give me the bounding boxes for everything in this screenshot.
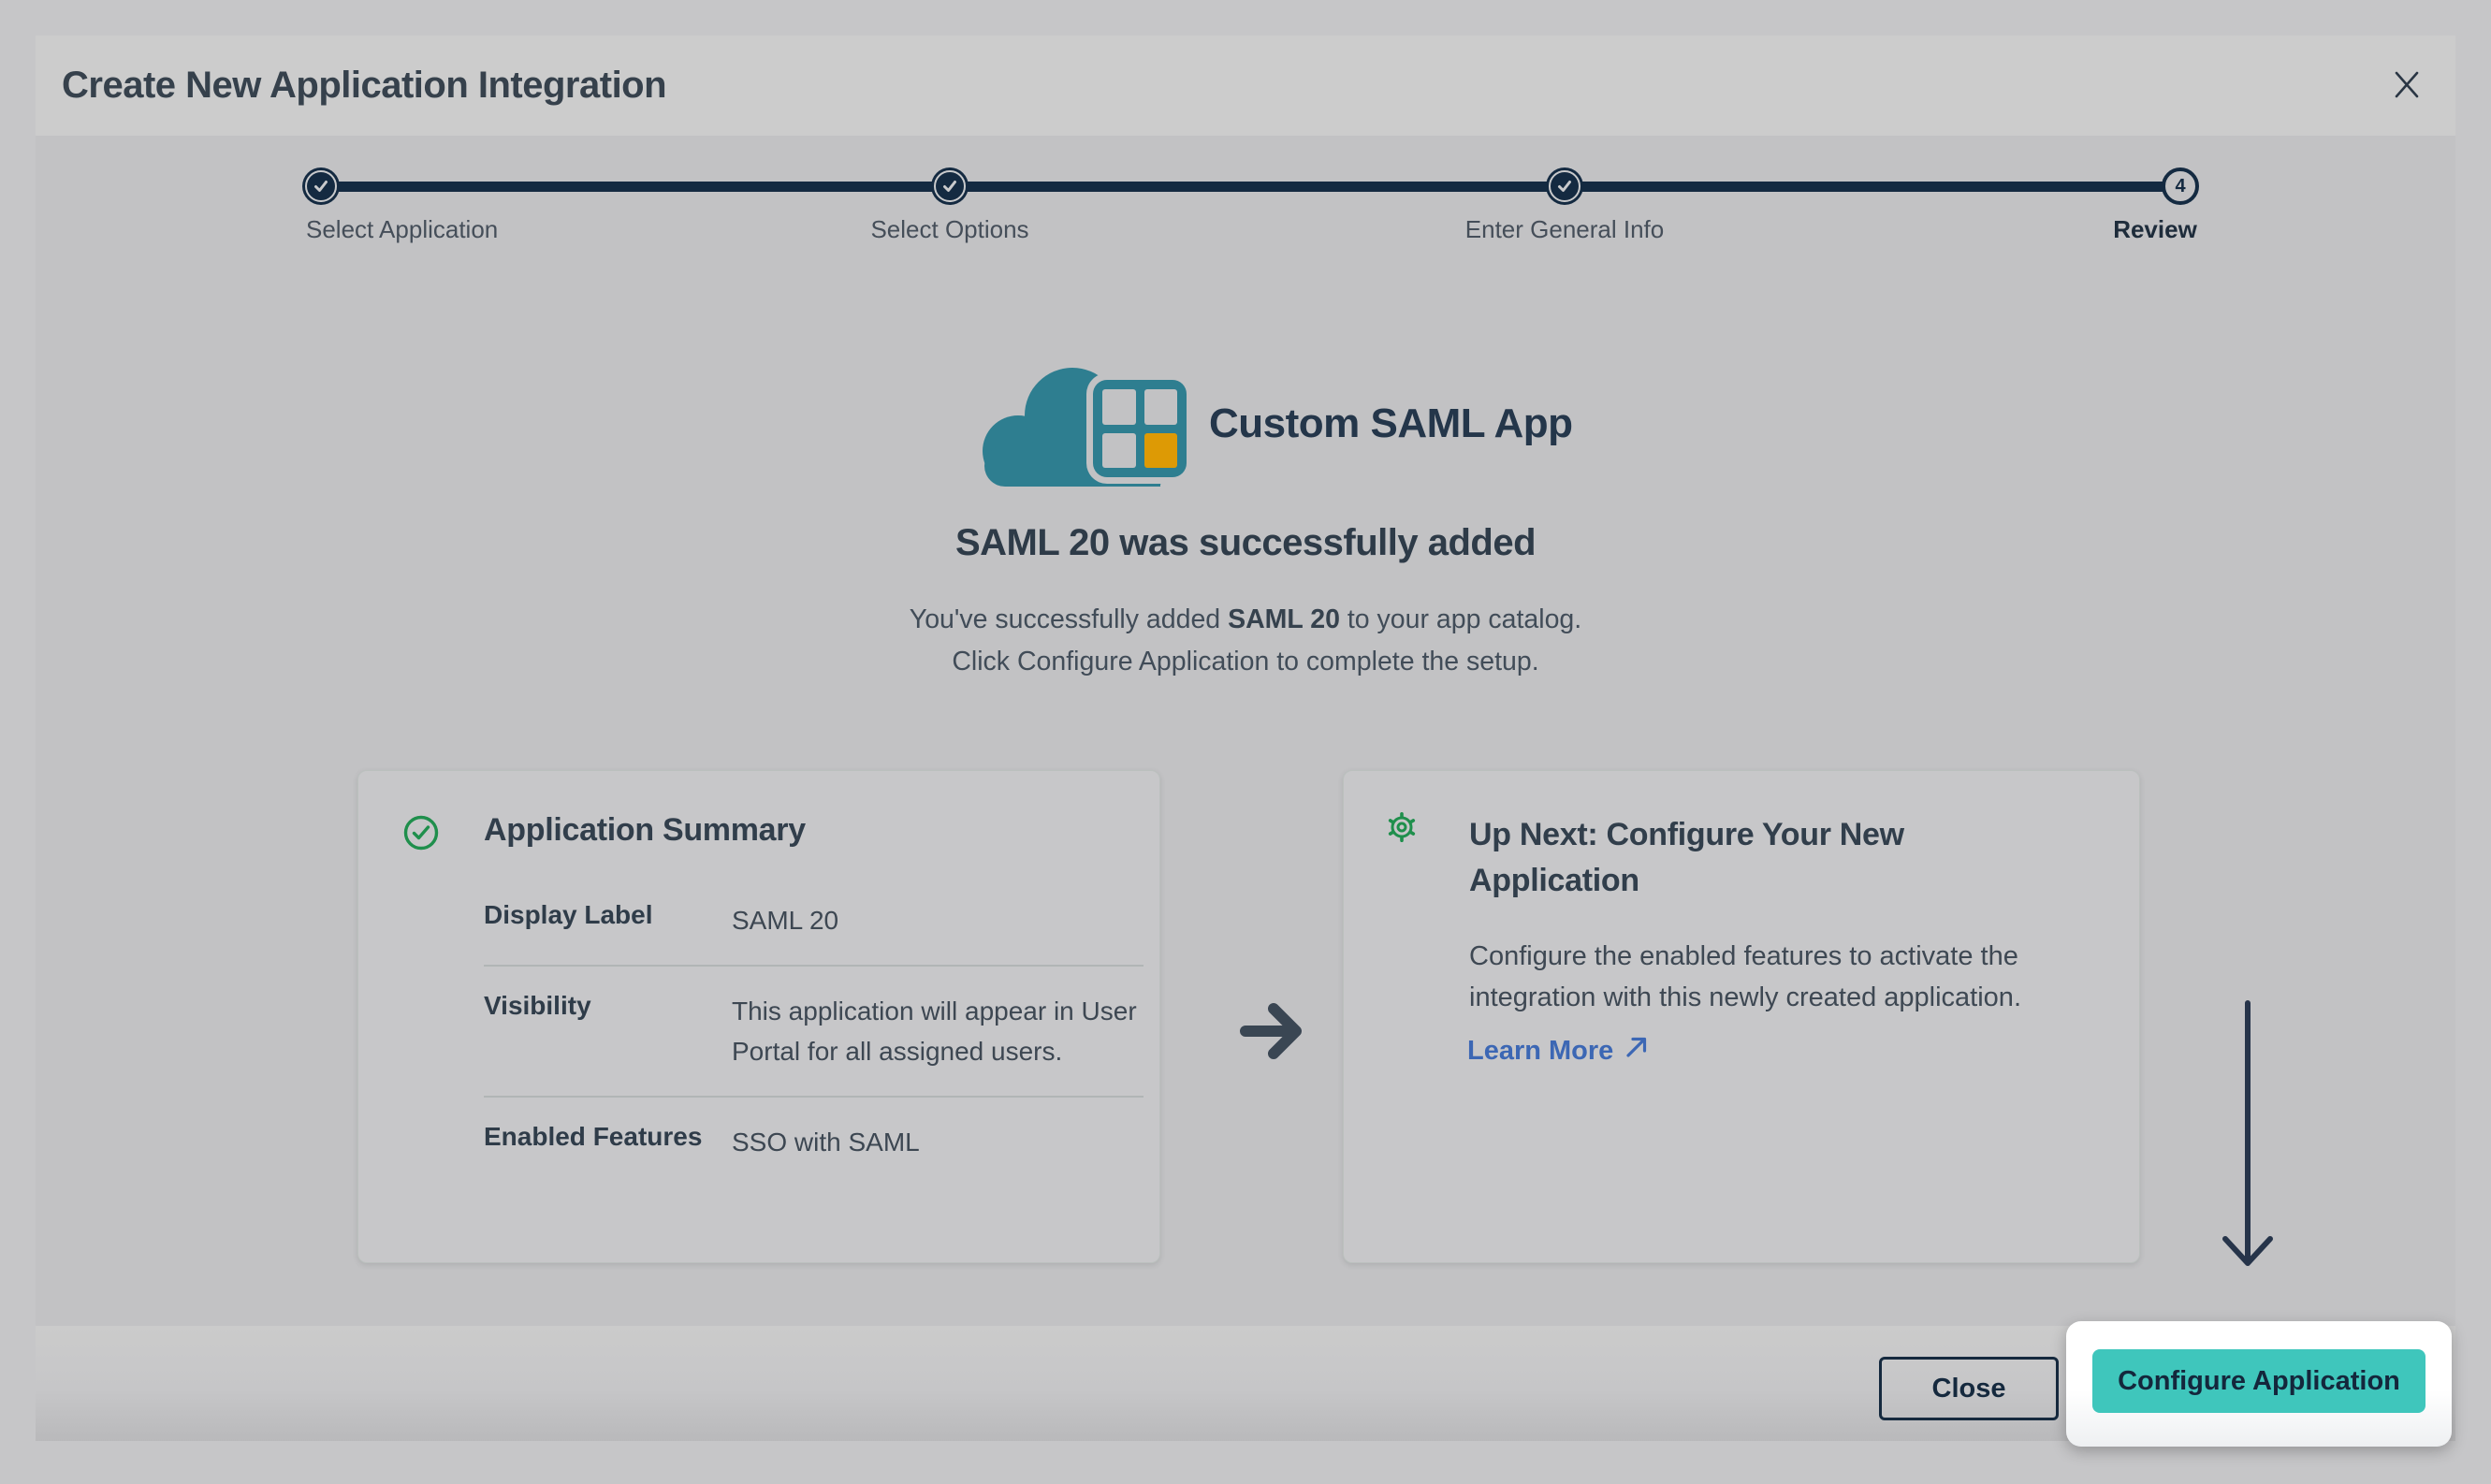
app-grid-icon bbox=[1093, 380, 1187, 477]
application-summary-card: Application Summary Display Label SAML 2… bbox=[357, 770, 1160, 1263]
step-3-label: Enter General Info bbox=[1465, 215, 1664, 244]
step-1-completed-icon[interactable] bbox=[302, 167, 340, 205]
success-message-line2: Click Configure Application to complete … bbox=[36, 641, 2455, 683]
learn-more-link[interactable]: Learn More bbox=[1467, 1035, 1649, 1067]
summary-row-enabled-features: Enabled Features SSO with SAML bbox=[484, 1098, 1144, 1186]
summary-card-title: Application Summary bbox=[484, 812, 806, 849]
step-4-label: Review bbox=[2113, 215, 2197, 244]
summary-table: Display Label SAML 20 Visibility This ap… bbox=[484, 885, 1144, 1186]
summary-row-visibility: Visibility This application will appear … bbox=[484, 967, 1144, 1096]
configure-button-spotlight: Configure Application bbox=[2066, 1321, 2452, 1447]
grid-cell bbox=[1102, 433, 1136, 469]
gear-icon bbox=[1387, 812, 1417, 847]
step-2-completed-icon[interactable] bbox=[931, 167, 969, 205]
summary-row-display-label: Display Label SAML 20 bbox=[484, 885, 1144, 965]
create-application-dialog: Create New Application Integration 4 Sel… bbox=[36, 36, 2455, 1441]
success-message: You've successfully added SAML 20 to you… bbox=[36, 599, 2455, 683]
success-message-line1: You've successfully added SAML 20 to you… bbox=[36, 599, 2455, 641]
wizard-stepper: 4 Select Application Select Options Ente… bbox=[36, 36, 2455, 298]
app-name: Custom SAML App bbox=[1209, 400, 1572, 447]
step-4-number: 4 bbox=[2175, 176, 2185, 197]
success-heading: SAML 20 was successfully added bbox=[36, 522, 2455, 564]
close-button[interactable]: Close bbox=[1879, 1357, 2059, 1420]
step-1-label: Select Application bbox=[306, 215, 498, 244]
right-arrow-icon bbox=[1238, 997, 1305, 1069]
app-label-bold: SAML 20 bbox=[1228, 604, 1340, 634]
step-4-current-icon[interactable]: 4 bbox=[2162, 167, 2199, 205]
check-circle-icon bbox=[403, 815, 439, 855]
row-divider bbox=[484, 1096, 1144, 1098]
grid-cell bbox=[1144, 389, 1178, 425]
grid-cell bbox=[1102, 389, 1136, 425]
grid-cell-accent bbox=[1144, 433, 1178, 469]
step-3-completed-icon[interactable] bbox=[1546, 167, 1583, 205]
configure-application-button[interactable]: Configure Application bbox=[2092, 1349, 2425, 1413]
up-next-card: Up Next: Configure Your New Application … bbox=[1343, 770, 2140, 1263]
up-next-card-body: Configure the enabled features to activa… bbox=[1469, 936, 2124, 1018]
external-link-icon bbox=[1624, 1035, 1649, 1067]
up-next-card-title: Up Next: Configure Your New Application bbox=[1469, 812, 1993, 904]
stepper-progress-line bbox=[321, 182, 2180, 192]
row-divider bbox=[484, 965, 1144, 967]
step-2-label: Select Options bbox=[870, 215, 1028, 244]
down-arrow-annotation bbox=[2216, 999, 2281, 1277]
